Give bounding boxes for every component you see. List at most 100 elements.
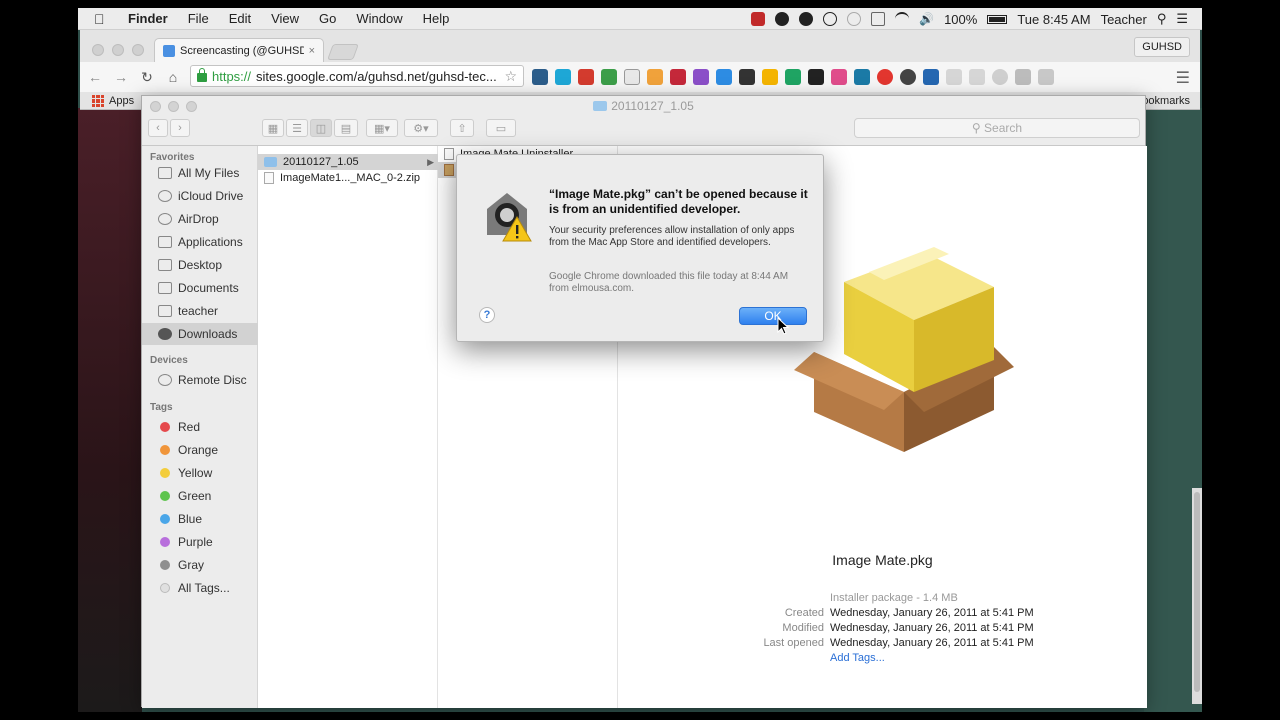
back-button[interactable]: ‹ bbox=[148, 119, 168, 137]
messenger-icon[interactable] bbox=[799, 12, 814, 26]
back-arrow-icon[interactable]: ← bbox=[84, 69, 106, 85]
extension-icon[interactable] bbox=[900, 69, 916, 85]
extension-icon[interactable] bbox=[854, 69, 870, 85]
notification-center-icon[interactable]: ☰ bbox=[1176, 11, 1188, 27]
extension-icon[interactable] bbox=[670, 69, 686, 85]
address-bar[interactable]: https://sites.google.com/a/guhsd.net/guh… bbox=[190, 65, 524, 87]
add-tags-link[interactable]: Add Tags... bbox=[830, 652, 885, 664]
bookmark-star-icon[interactable]: ☆ bbox=[504, 68, 517, 85]
sidebar-tag-gray[interactable]: Gray bbox=[142, 554, 258, 576]
menu-view[interactable]: View bbox=[261, 11, 309, 26]
home-icon[interactable]: ⌂ bbox=[162, 69, 184, 85]
arrange-grid-icon: ▦▾ bbox=[374, 122, 390, 135]
other-bookmarks[interactable]: ookmarks bbox=[1142, 95, 1190, 107]
sidebar-tag-green[interactable]: Green bbox=[142, 485, 258, 507]
ok-button[interactable]: OK bbox=[739, 307, 807, 325]
extension-icon[interactable] bbox=[716, 69, 732, 85]
extension-icon[interactable] bbox=[923, 69, 939, 85]
edit-tags-button[interactable]: ▭ bbox=[486, 119, 516, 137]
sidebar-item-label: Downloads bbox=[178, 327, 238, 341]
profile-button[interactable]: GUHSD bbox=[1134, 37, 1190, 57]
spotlight-search-icon[interactable]: ⚲ bbox=[1157, 11, 1167, 27]
action-button[interactable]: ⚙▾ bbox=[404, 119, 438, 137]
documents-icon bbox=[158, 282, 172, 294]
screen-recorder-icon[interactable] bbox=[751, 12, 766, 26]
sidebar-tag-yellow[interactable]: Yellow bbox=[142, 462, 258, 484]
move-icon[interactable] bbox=[871, 12, 886, 26]
minimize-window-button[interactable] bbox=[112, 44, 124, 56]
sidebar-item-all-my-files[interactable]: All My Files bbox=[142, 162, 258, 184]
menu-help[interactable]: Help bbox=[413, 11, 460, 26]
sidebar-item-desktop[interactable]: Desktop bbox=[142, 254, 258, 276]
share-button[interactable]: ⇧ bbox=[450, 119, 474, 137]
extension-icon[interactable] bbox=[946, 69, 962, 85]
list-item-zip[interactable]: ImageMate1..._MAC_0-2.zip bbox=[258, 170, 438, 186]
chat-icon[interactable] bbox=[775, 12, 790, 26]
help-button[interactable]: ? bbox=[479, 307, 495, 323]
apple-menu-icon[interactable]:  bbox=[94, 11, 114, 27]
extension-icon[interactable] bbox=[532, 69, 548, 85]
extension-icon[interactable] bbox=[1038, 69, 1054, 85]
browser-tab[interactable]: Screencasting (@GUHSDte × bbox=[154, 38, 324, 62]
menu-clock[interactable]: Tue 8:45 AM bbox=[1017, 12, 1090, 27]
sidebar-tag-red[interactable]: Red bbox=[142, 416, 258, 438]
new-tab-button[interactable] bbox=[327, 44, 359, 60]
list-item-folder[interactable]: 20110127_1.05 ▶ bbox=[258, 154, 438, 170]
forward-button[interactable]: › bbox=[170, 119, 190, 137]
extension-icon[interactable] bbox=[601, 69, 617, 85]
sidebar-item-downloads[interactable]: Downloads bbox=[142, 323, 258, 345]
extension-icon[interactable] bbox=[808, 69, 824, 85]
zoom-window-button[interactable] bbox=[132, 44, 144, 56]
chrome-menu-icon[interactable]: ☰ bbox=[1176, 68, 1190, 88]
extension-icon[interactable] bbox=[785, 69, 801, 85]
sidebar-item-airdrop[interactable]: AirDrop bbox=[142, 208, 258, 230]
menu-user[interactable]: Teacher bbox=[1101, 12, 1147, 27]
extension-icon[interactable] bbox=[693, 69, 709, 85]
chrome-page-scrollbar[interactable] bbox=[1192, 488, 1202, 704]
list-view-button[interactable]: ☰ bbox=[286, 119, 308, 137]
sidebar-tag-orange[interactable]: Orange bbox=[142, 439, 258, 461]
package-icon bbox=[444, 164, 454, 176]
time-machine-icon[interactable] bbox=[847, 12, 862, 26]
arrange-button[interactable]: ▦▾ bbox=[366, 119, 398, 137]
extension-icon[interactable] bbox=[831, 69, 847, 85]
sidebar-tag-purple[interactable]: Purple bbox=[142, 531, 258, 553]
menu-window[interactable]: Window bbox=[346, 11, 412, 26]
sidebar-item-teacher[interactable]: teacher bbox=[142, 300, 258, 322]
sidebar-item-documents[interactable]: Documents bbox=[142, 277, 258, 299]
extensions-bar bbox=[532, 69, 1054, 85]
reload-icon[interactable]: ↻ bbox=[136, 69, 158, 86]
close-window-button[interactable] bbox=[92, 44, 104, 56]
sidebar-item-remote-disc[interactable]: Remote Disc bbox=[142, 369, 258, 391]
extension-icon[interactable] bbox=[739, 69, 755, 85]
sidebar-item-applications[interactable]: Applications bbox=[142, 231, 258, 253]
tab-close-icon[interactable]: × bbox=[309, 45, 315, 57]
extension-icon[interactable] bbox=[555, 69, 571, 85]
app-menu[interactable]: Finder bbox=[114, 11, 178, 26]
menu-go[interactable]: Go bbox=[309, 11, 346, 26]
finder-search-field[interactable]: ⚲ Search bbox=[854, 118, 1140, 138]
cover-flow-button[interactable]: ▤ bbox=[334, 119, 358, 137]
menu-edit[interactable]: Edit bbox=[219, 11, 261, 26]
sidebar-tag-blue[interactable]: Blue bbox=[142, 508, 258, 530]
battery-icon[interactable] bbox=[987, 14, 1008, 24]
menu-file[interactable]: File bbox=[178, 11, 219, 26]
extension-icon[interactable] bbox=[647, 69, 663, 85]
volume-icon[interactable]: 🔊 bbox=[919, 12, 934, 26]
sidebar-all-tags[interactable]: All Tags... bbox=[142, 577, 258, 599]
column-view-button[interactable]: ◫ bbox=[310, 119, 332, 137]
forward-arrow-icon[interactable]: → bbox=[110, 69, 132, 85]
opera-icon[interactable] bbox=[877, 69, 893, 85]
icon-view-button[interactable]: ▦ bbox=[262, 119, 284, 137]
accessibility-icon[interactable] bbox=[823, 12, 838, 26]
extension-icon[interactable] bbox=[624, 69, 640, 85]
apps-bookmark[interactable]: Apps bbox=[109, 95, 134, 107]
extension-icon[interactable] bbox=[1015, 69, 1031, 85]
gmail-icon[interactable] bbox=[578, 69, 594, 85]
extension-icon[interactable] bbox=[762, 69, 778, 85]
extension-icon[interactable] bbox=[992, 69, 1008, 85]
wifi-icon[interactable] bbox=[895, 12, 910, 26]
extension-icon[interactable] bbox=[969, 69, 985, 85]
sidebar-item-icloud-drive[interactable]: iCloud Drive bbox=[142, 185, 258, 207]
search-placeholder: Search bbox=[984, 121, 1023, 135]
